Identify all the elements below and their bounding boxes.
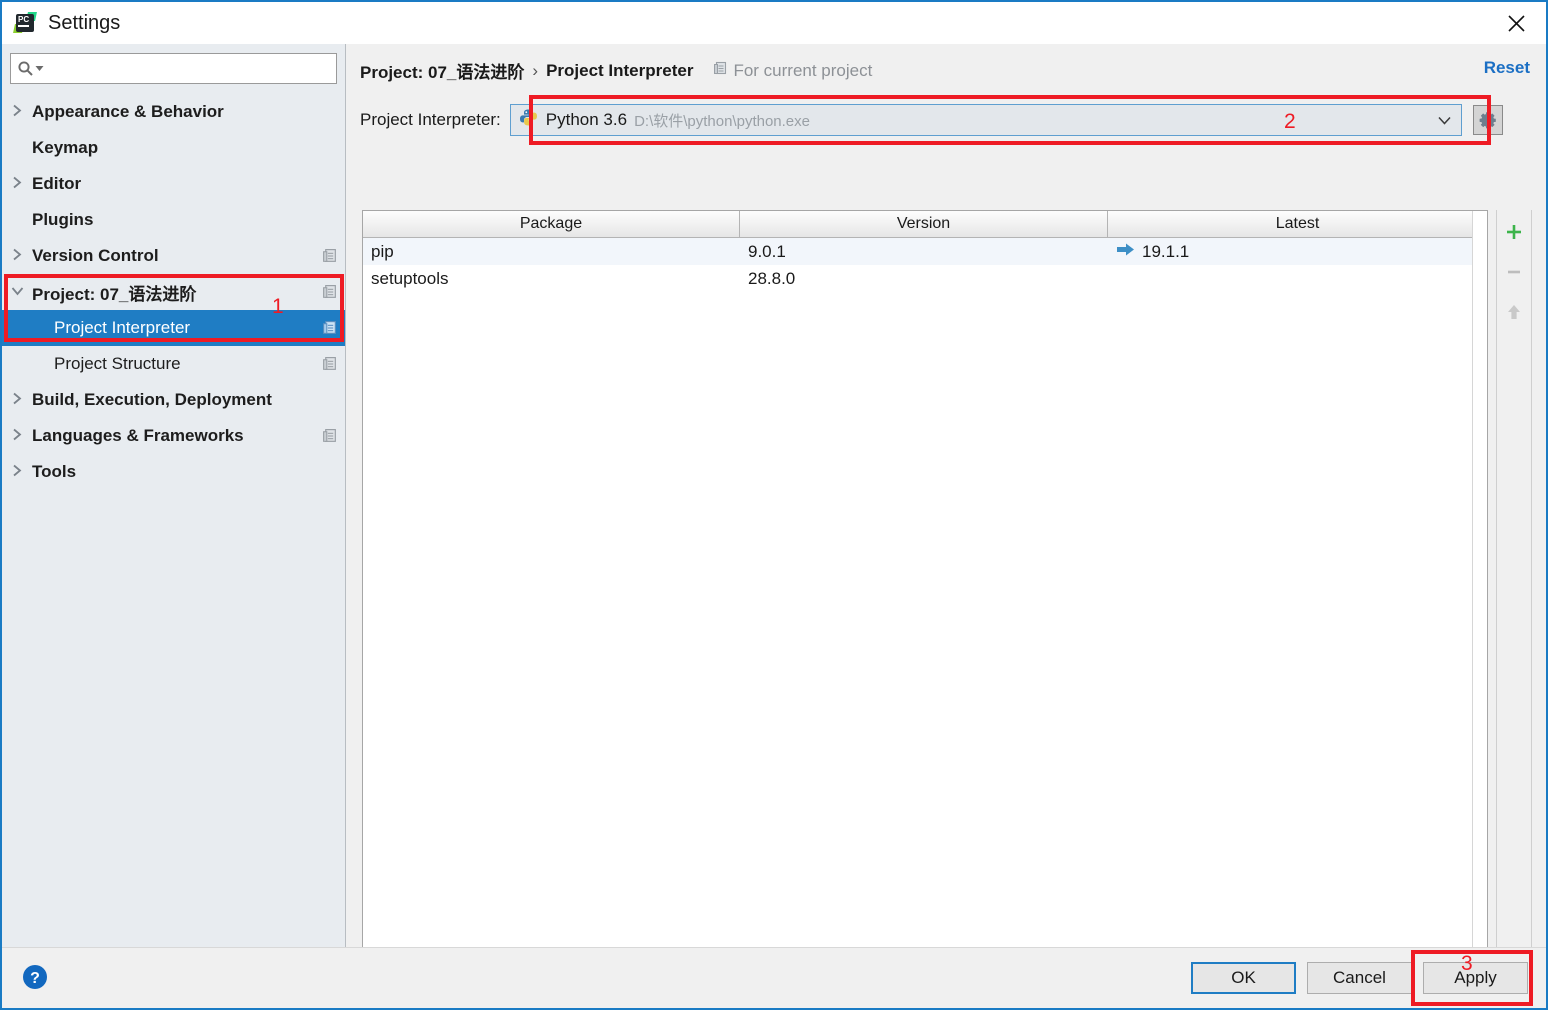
table-vertical-scrollbar[interactable] [1472,211,1487,969]
cell-package: setuptools [363,269,740,289]
packages-table: PackageVersionLatest pip9.0.1 19.1.1 setup… [362,210,1488,970]
sidebar-item-languages-frameworks[interactable]: Languages & Frameworks [2,418,345,454]
sidebar-item-build-execution-deployment[interactable]: Build, Execution, Deployment [2,382,345,418]
chevron-right-icon[interactable] [2,176,32,193]
window-title: Settings [48,12,120,35]
help-icon[interactable]: ? [20,962,50,992]
cancel-button[interactable]: Cancel [1307,962,1412,994]
sidebar-item-label: Appearance & Behavior [32,102,315,122]
chevron-right-icon[interactable] [2,392,32,409]
cell-version: 28.8.0 [740,269,1108,289]
title-bar: PC Settings [2,2,1546,44]
upgrade-arrow-icon[interactable] [1116,242,1135,262]
close-icon[interactable] [1496,6,1536,40]
settings-dialog: PC Settings [0,0,1548,1010]
column-header-package[interactable]: Package [363,211,740,238]
pycharm-logo-icon: PC [14,12,36,34]
chevron-down-icon[interactable] [1438,113,1451,128]
copy-scope-icon [315,428,345,444]
sidebar-item-version-control[interactable]: Version Control [2,238,345,274]
sidebar-item-tools[interactable]: Tools [2,454,345,490]
search-box[interactable] [10,53,337,84]
footer-buttons: OK Cancel Apply [1191,962,1528,994]
settings-content: Project: 07_语法进阶 › Project Interpreter F… [347,44,1546,947]
sidebar-item-keymap[interactable]: Keymap [2,130,345,166]
settings-nav-list: Appearance & Behavior Keymap Editor Plugins… [2,94,345,490]
interpreter-combobox[interactable]: Python 3.6 D:\软件\python\python.exe [510,104,1462,136]
table-row[interactable]: setuptools28.8.0 [363,265,1487,292]
cell-latest-text: 19.1.1 [1142,242,1189,262]
dialog-footer: ? OK Cancel Apply [2,947,1546,1008]
interpreter-label: Project Interpreter: [360,110,501,130]
sidebar-item-editor[interactable]: Editor [2,166,345,202]
search-icon [17,60,34,77]
gear-icon[interactable] [1473,105,1503,135]
sidebar-item-label: Plugins [32,210,315,230]
copy-scope-icon [315,284,345,300]
python-icon [519,108,538,132]
chevron-down-icon[interactable] [35,64,44,73]
table-row[interactable]: pip9.0.1 19.1.1 [363,238,1487,265]
apply-button[interactable]: Apply [1423,962,1528,994]
sidebar-item-label: Project Interpreter [32,318,315,338]
search-input[interactable] [48,60,330,77]
sidebar-item-label: Project: 07_语法进阶 [32,280,315,305]
scope-label: For current project [713,61,872,81]
sidebar-item-project-interpreter[interactable]: Project Interpreter [2,310,345,346]
search-container [2,44,345,84]
breadcrumb-parent[interactable]: Project: 07_语法进阶 [360,58,524,83]
sidebar-item-label: Tools [32,462,315,482]
breadcrumb-current: Project Interpreter [546,61,693,81]
ok-button[interactable]: OK [1191,962,1296,994]
sidebar-item-label: Project Structure [32,354,315,374]
sidebar-item-label: Editor [32,174,315,194]
table-header-row: PackageVersionLatest [363,211,1487,238]
sidebar-item-label: Version Control [32,246,315,266]
interpreter-row: Project Interpreter: Python 3.6 D:\软件\py… [360,100,1530,140]
interpreter-name: Python 3.6 [546,110,627,130]
remove-package-button[interactable] [1498,256,1530,288]
svg-text:?: ? [30,970,40,987]
column-header-latest[interactable]: Latest [1108,211,1487,238]
chevron-right-icon[interactable] [2,104,32,121]
sidebar-item-plugins[interactable]: Plugins [2,202,345,238]
chevron-down-icon[interactable] [2,284,32,301]
chevron-right-icon[interactable] [2,428,32,445]
table-body: pip9.0.1 19.1.1 setuptools28.8.0 [363,238,1487,292]
chevron-right-icon[interactable] [2,464,32,481]
scope-label-text: For current project [733,61,872,81]
copy-scope-icon [315,320,345,336]
copy-scope-icon [713,61,728,81]
cell-latest: 19.1.1 [1108,242,1487,262]
breadcrumb: Project: 07_语法进阶 › Project Interpreter F… [360,58,872,83]
interpreter-path: D:\软件\python\python.exe [634,110,810,131]
sidebar-item-label: Languages & Frameworks [32,426,315,446]
sidebar-item-appearance-behavior[interactable]: Appearance & Behavior [2,94,345,130]
chevron-right-icon[interactable] [2,248,32,265]
column-header-version[interactable]: Version [740,211,1108,238]
upgrade-package-button[interactable] [1498,296,1530,328]
cell-package: pip [363,242,740,262]
copy-scope-icon [315,356,345,372]
sidebar-item-label: Build, Execution, Deployment [32,390,315,410]
sidebar-item-project-structure[interactable]: Project Structure [2,346,345,382]
reset-link[interactable]: Reset [1484,58,1530,78]
package-actions-toolbar [1496,210,1532,970]
copy-scope-icon [315,248,345,264]
add-package-button[interactable] [1498,216,1530,248]
cell-version: 9.0.1 [740,242,1108,262]
sidebar-item-label: Keymap [32,138,315,158]
settings-sidebar: Appearance & Behavior Keymap Editor Plugins… [2,44,346,947]
sidebar-item-project-07[interactable]: Project: 07_语法进阶 [2,274,345,310]
breadcrumb-separator: › [532,61,538,81]
